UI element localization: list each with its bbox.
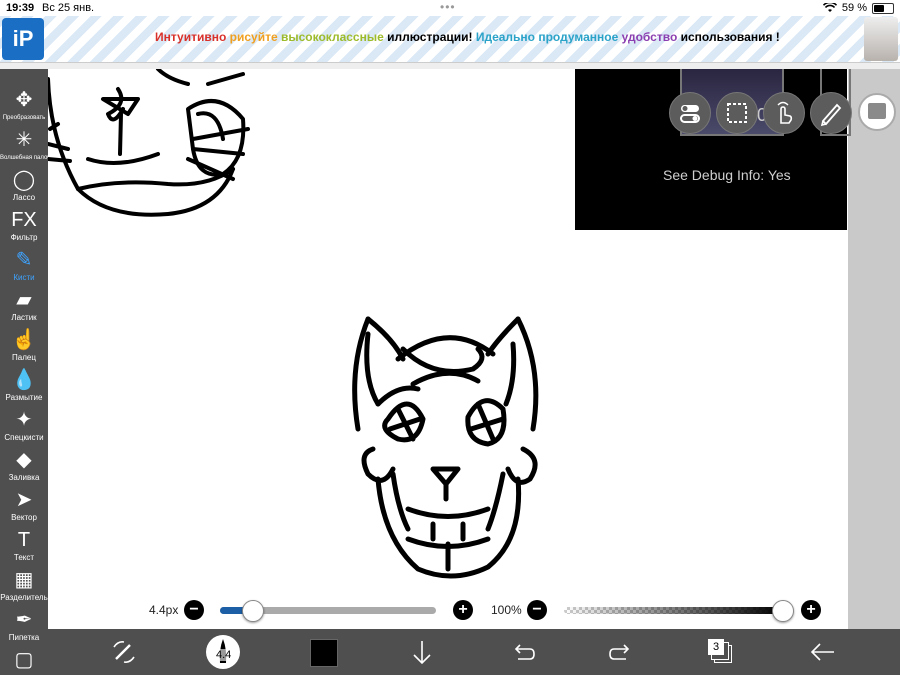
tool-6[interactable]: ▰ Ластик xyxy=(0,287,48,327)
opacity-slider[interactable] xyxy=(564,607,782,614)
tool-label: Спецкисти xyxy=(4,433,44,442)
brush-size-indicator[interactable]: 4.4 xyxy=(206,635,240,669)
tool-icon: ◆ xyxy=(16,449,32,471)
tool-label: Заливка xyxy=(8,473,40,482)
tool-1[interactable]: ✥ Преобразовать xyxy=(0,87,48,127)
tool-5[interactable]: ✎ Кисти xyxy=(0,247,48,287)
status-date: Вс 25 янв. xyxy=(42,2,95,14)
back-arrow-icon[interactable] xyxy=(806,637,838,667)
banner-text-segment: рисуйте xyxy=(229,30,281,44)
opacity-plus-button[interactable]: + xyxy=(801,600,821,620)
tool-label: Лассо xyxy=(12,193,36,202)
tool-label: Пипетка xyxy=(8,633,40,642)
toggle-settings-icon[interactable] xyxy=(669,92,711,134)
layer-count-badge: 3 xyxy=(708,639,724,655)
tool-3[interactable]: ◯ Лассо xyxy=(0,167,48,207)
brush-size-minus-button[interactable]: − xyxy=(184,600,204,620)
tool-13[interactable]: ▦ Разделитель xyxy=(0,567,48,607)
tool-4[interactable]: FX Фильтр xyxy=(0,207,48,247)
status-bar: 19:39 Вс 25 янв. ••• 59 % xyxy=(0,0,900,16)
tool-label: Палец xyxy=(12,353,36,362)
opacity-knob[interactable] xyxy=(772,600,794,622)
transform-swap-icon[interactable] xyxy=(108,637,140,667)
tool-10[interactable]: ◆ Заливка xyxy=(0,447,48,487)
ad-banner[interactable]: iP Интуитивно рисуйте высококлассные илл… xyxy=(0,16,900,63)
redo-icon[interactable] xyxy=(606,637,638,667)
opacity-minus-button[interactable]: − xyxy=(527,600,547,620)
ibis-logo-icon: iP xyxy=(2,18,44,60)
touch-gesture-icon[interactable] xyxy=(763,92,805,134)
opacity-value: 100% xyxy=(491,603,522,617)
banner-text-segment: использования ! xyxy=(680,30,780,44)
brush-size-value: 4.4px xyxy=(149,603,179,617)
banner-text-segment: Идеально продуманное xyxy=(475,30,622,44)
tool-11[interactable]: ➤ Вектор xyxy=(0,487,48,527)
banner-text-segment: удобство xyxy=(621,30,681,44)
brush-controls: 4.4px − + 100% − + xyxy=(48,596,848,626)
tool-icon: ✒ xyxy=(15,609,33,631)
tool-12[interactable]: T Текст xyxy=(0,527,48,567)
battery-icon xyxy=(872,2,894,14)
opacity-fill xyxy=(564,607,782,614)
tool-icon: T xyxy=(17,529,31,551)
ruler-pen-icon[interactable] xyxy=(810,92,852,134)
tool-icon: ➤ xyxy=(15,489,33,511)
sketch-cat-head xyxy=(352,316,539,579)
layers-icon[interactable]: 3 xyxy=(706,637,738,667)
tool-icon: FX xyxy=(11,209,37,231)
undo-icon[interactable] xyxy=(506,637,538,667)
tool-icon: ▦ xyxy=(14,569,34,591)
tool-label: Волшебная палочка xyxy=(0,155,57,161)
brush-size-knob[interactable] xyxy=(242,600,264,622)
battery-percent: 59 % xyxy=(841,2,867,14)
banner-text-segment: иллюстрации! xyxy=(387,30,476,44)
tool-15[interactable]: ▢ xyxy=(0,647,48,687)
banner-text-segment: высококлассные xyxy=(280,30,388,44)
tool-label: Кисти xyxy=(13,273,35,282)
tool-icon: ☝ xyxy=(11,329,37,351)
multitask-dots-icon[interactable]: ••• xyxy=(440,0,456,14)
tool-icon: ✳ xyxy=(15,129,33,151)
sketch-partial-head xyxy=(48,69,250,217)
status-time: 19:39 xyxy=(6,2,35,14)
tool-label: Размытие xyxy=(5,393,43,402)
tool-icon: 💧 xyxy=(11,369,37,391)
tool-icon: ▰ xyxy=(16,289,32,311)
tool-label: Ластик xyxy=(11,313,37,322)
tool-icon: ✥ xyxy=(15,89,33,111)
banner-text: Интуитивно рисуйте высококлассные иллюст… xyxy=(155,30,780,44)
right-panel xyxy=(848,69,900,629)
brush-size-plus-button[interactable]: + xyxy=(453,600,473,620)
brush-size-badge: 4.4 xyxy=(216,649,232,661)
tool-9[interactable]: ✦ Спецкисти xyxy=(0,407,48,447)
tool-8[interactable]: 💧 Размытие xyxy=(0,367,48,407)
tool-label: Фильтр xyxy=(10,233,38,242)
banner-text-segment: Интуитивно xyxy=(155,30,230,44)
tool-label: Текст xyxy=(13,553,35,562)
tool-icon: ✦ xyxy=(15,409,33,431)
tool-label: Разделитель xyxy=(0,593,48,602)
color-swatch[interactable] xyxy=(310,639,338,667)
debug-info-text: See Debug Info: Yes xyxy=(663,167,791,183)
tool-icon: ✎ xyxy=(15,249,33,271)
debug-overlay: 20 See Debug Info: Yes xyxy=(575,69,852,230)
gallery-button[interactable] xyxy=(858,93,896,131)
tool-14[interactable]: ✒ Пипетка xyxy=(0,607,48,647)
tool-sidebar: ✥ Преобразовать ✳ Волшебная палочка ◯ Лассо FX… xyxy=(0,69,57,675)
tool-7[interactable]: ☝ Палец xyxy=(0,327,48,367)
tool-icon: ▢ xyxy=(14,649,34,671)
tool-2[interactable]: ✳ Волшебная палочка xyxy=(0,127,57,167)
image-icon xyxy=(868,103,886,119)
selection-icon[interactable] xyxy=(716,92,758,134)
tool-label: Преобразовать xyxy=(2,115,46,121)
tool-icon: ◯ xyxy=(12,169,36,191)
status-right: 59 % xyxy=(822,2,894,14)
bottom-toolbar: 4.4 3 xyxy=(48,629,900,675)
banner-avatar xyxy=(864,17,898,61)
download-arrow-icon[interactable] xyxy=(406,637,438,667)
tool-label: Вектор xyxy=(11,513,37,522)
wifi-icon xyxy=(822,3,837,12)
